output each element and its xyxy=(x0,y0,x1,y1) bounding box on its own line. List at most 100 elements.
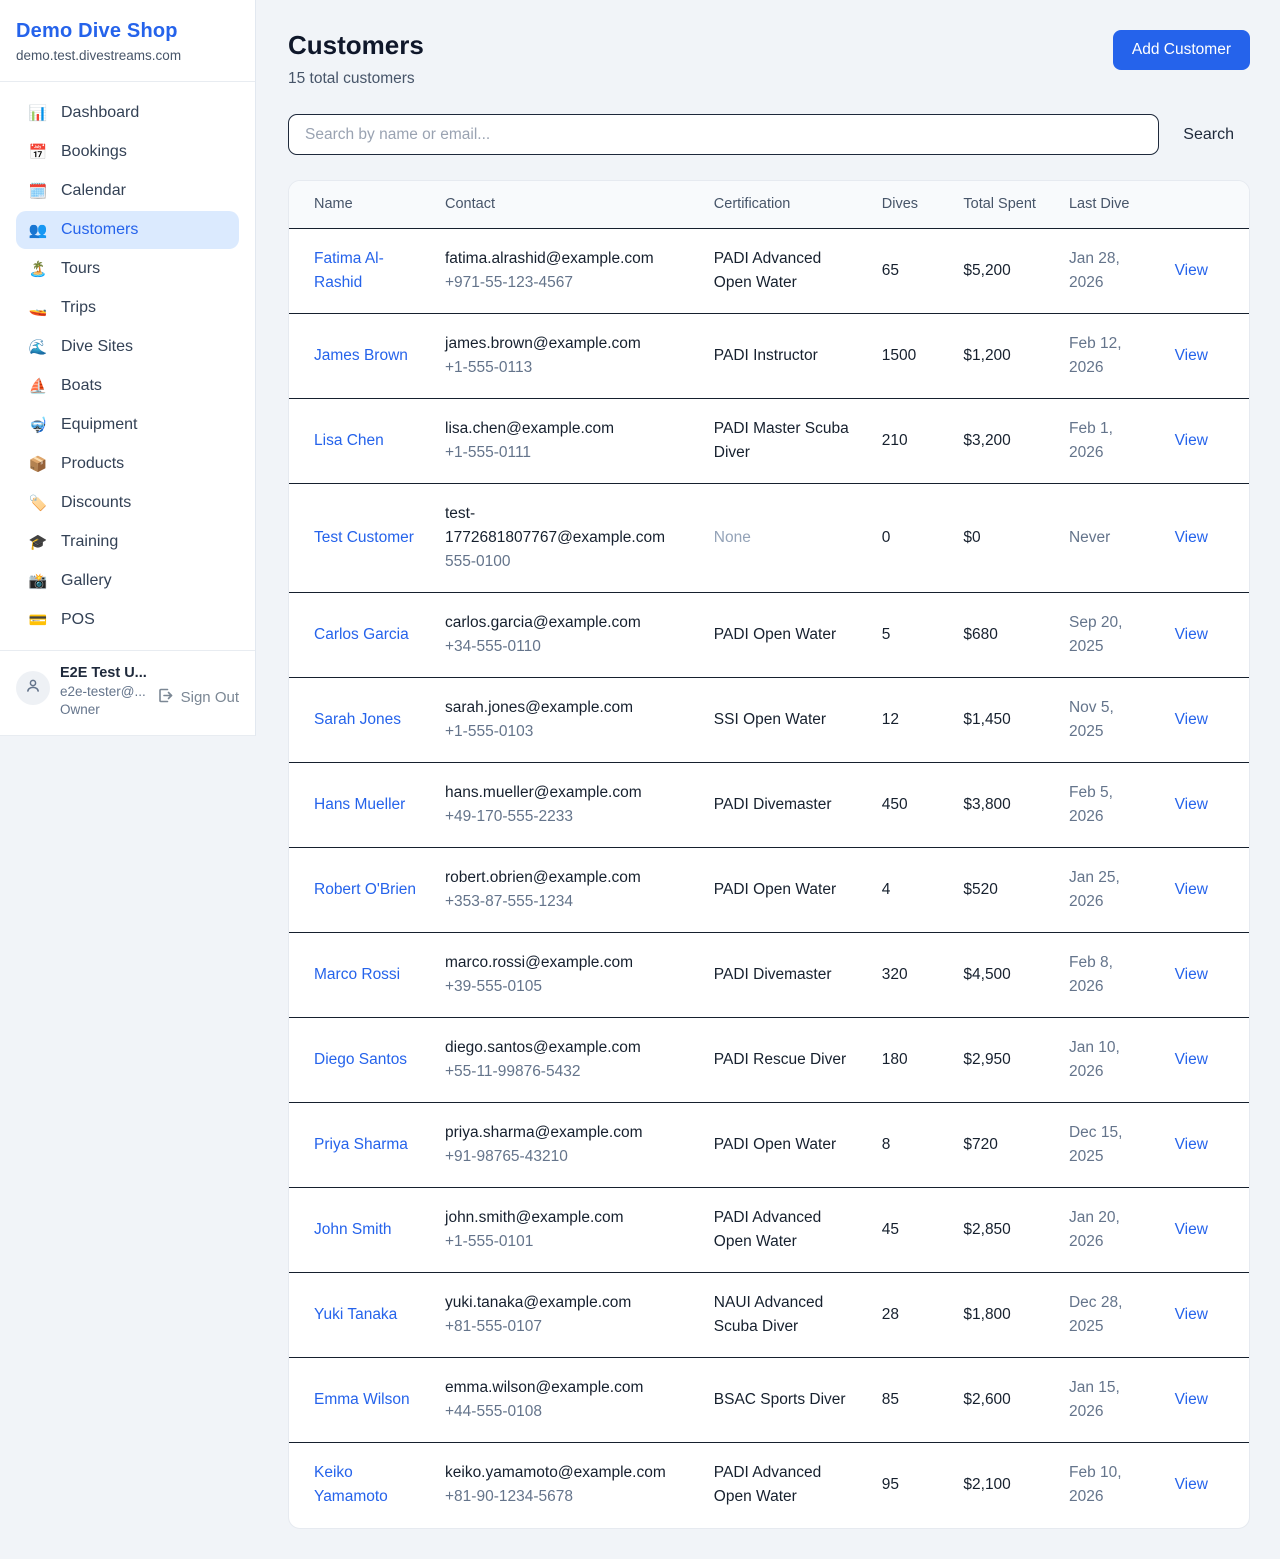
cell-action: View xyxy=(1163,484,1249,593)
view-link[interactable]: View xyxy=(1175,347,1208,364)
cell-total-spent: $1,800 xyxy=(951,1273,1057,1358)
cell-total-spent: $3,200 xyxy=(951,399,1057,484)
search-button[interactable]: Search xyxy=(1167,118,1250,152)
customer-name-link[interactable]: Test Customer xyxy=(314,529,414,546)
column-header: Dives xyxy=(870,181,952,229)
cell-last-dive: Feb 5, 2026 xyxy=(1057,763,1163,848)
customer-name-link[interactable]: Carlos Garcia xyxy=(314,626,409,643)
view-link[interactable]: View xyxy=(1175,1391,1208,1408)
sidebar-item-label: POS xyxy=(61,611,95,629)
cell-total-spent: $0 xyxy=(951,484,1057,593)
customer-name-link[interactable]: Lisa Chen xyxy=(314,432,384,449)
customer-name-link[interactable]: Emma Wilson xyxy=(314,1391,410,1408)
cell-last-dive: Never xyxy=(1057,484,1163,593)
customer-name-link[interactable]: Sarah Jones xyxy=(314,711,401,728)
avatar xyxy=(16,671,50,705)
view-link[interactable]: View xyxy=(1175,1136,1208,1153)
view-link[interactable]: View xyxy=(1175,626,1208,643)
cell-action: View xyxy=(1163,593,1249,678)
customer-certification: NAUI Advanced Scuba Diver xyxy=(714,1291,858,1339)
customer-name-link[interactable]: Yuki Tanaka xyxy=(314,1306,397,1323)
sidebar-item-products[interactable]: 📦Products xyxy=(16,445,239,483)
table-row: Emma Wilson emma.wilson@example.com+44-55… xyxy=(289,1358,1249,1443)
cell-total-spent: $1,200 xyxy=(951,314,1057,399)
cell-action: View xyxy=(1163,1443,1249,1528)
sidebar-item-gallery[interactable]: 📸Gallery xyxy=(16,562,239,600)
view-link[interactable]: View xyxy=(1175,1306,1208,1323)
customer-name-link[interactable]: Robert O'Brien xyxy=(314,881,416,898)
cell-dives: 0 xyxy=(870,484,952,593)
column-header xyxy=(1163,181,1249,229)
cell-dives: 4 xyxy=(870,848,952,933)
cell-last-dive: Feb 1, 2026 xyxy=(1057,399,1163,484)
search-input[interactable] xyxy=(288,114,1159,155)
cell-dives: 5 xyxy=(870,593,952,678)
view-link[interactable]: View xyxy=(1175,966,1208,983)
sidebar-item-customers[interactable]: 👥Customers xyxy=(16,211,239,249)
shop-title: Demo Dive Shop xyxy=(16,20,239,43)
cell-name: Emma Wilson xyxy=(289,1358,433,1443)
sidebar-item-tours[interactable]: 🏝️Tours xyxy=(16,250,239,288)
view-link[interactable]: View xyxy=(1175,529,1208,546)
table-row: Carlos Garciacarlos.garcia@example.com+3… xyxy=(289,593,1249,678)
sidebar-item-pos[interactable]: 💳POS xyxy=(16,601,239,639)
cell-last-dive: Jan 10, 2026 xyxy=(1057,1018,1163,1103)
customer-email: diego.santos@example.com xyxy=(445,1036,690,1060)
customer-name-link[interactable]: James Brown xyxy=(314,347,408,364)
cell-total-spent: $2,100 xyxy=(951,1443,1057,1528)
view-link[interactable]: View xyxy=(1175,711,1208,728)
sidebar-item-bookings[interactable]: 📅Bookings xyxy=(16,133,239,171)
calendar-icon: 📅 xyxy=(28,143,48,161)
cell-total-spent: $2,850 xyxy=(951,1188,1057,1273)
customer-name-link[interactable]: Priya Sharma xyxy=(314,1136,408,1153)
cell-contact: john.smith@example.com+1-555-0101 xyxy=(433,1188,702,1273)
table-row: Test Customertest-1772681807767@example.… xyxy=(289,484,1249,593)
customer-certification: PADI Open Water xyxy=(714,1133,858,1157)
user-role: Owner xyxy=(60,702,147,717)
view-link[interactable]: View xyxy=(1175,1221,1208,1238)
customer-table-card: NameContactCertificationDivesTotal Spent… xyxy=(288,180,1250,1529)
customer-name-link[interactable]: Fatima Al-Rashid xyxy=(314,250,384,291)
camera-icon: 📸 xyxy=(28,572,48,590)
sidebar-item-equipment[interactable]: 🤿Equipment xyxy=(16,406,239,444)
cell-last-dive: Jan 20, 2026 xyxy=(1057,1188,1163,1273)
cell-action: View xyxy=(1163,1273,1249,1358)
view-link[interactable]: View xyxy=(1175,1051,1208,1068)
customer-name-link[interactable]: Hans Mueller xyxy=(314,796,405,813)
view-link[interactable]: View xyxy=(1175,796,1208,813)
customer-name-link[interactable]: Diego Santos xyxy=(314,1051,407,1068)
cell-contact: lisa.chen@example.com+1-555-0111 xyxy=(433,399,702,484)
sidebar-item-calendar[interactable]: 🗓️Calendar xyxy=(16,172,239,210)
view-link[interactable]: View xyxy=(1175,432,1208,449)
cell-action: View xyxy=(1163,399,1249,484)
sidebar-item-training[interactable]: 🎓Training xyxy=(16,523,239,561)
cell-last-dive: Dec 28, 2025 xyxy=(1057,1273,1163,1358)
cell-name: Lisa Chen xyxy=(289,399,433,484)
sidebar-item-dashboard[interactable]: 📊Dashboard xyxy=(16,94,239,132)
cell-certification: PADI Rescue Diver xyxy=(702,1018,870,1103)
cell-dives: 1500 xyxy=(870,314,952,399)
person-icon xyxy=(25,678,41,699)
cell-dives: 180 xyxy=(870,1018,952,1103)
customer-name-link[interactable]: John Smith xyxy=(314,1221,392,1238)
sidebar-item-discounts[interactable]: 🏷️Discounts xyxy=(16,484,239,522)
customer-table-body: Fatima Al-Rashidfatima.alrashid@example.… xyxy=(289,229,1249,1528)
customer-table: NameContactCertificationDivesTotal Spent… xyxy=(289,181,1249,1528)
sidebar-item-boats[interactable]: ⛵Boats xyxy=(16,367,239,405)
customer-phone: +353-87-555-1234 xyxy=(445,890,690,914)
view-link[interactable]: View xyxy=(1175,881,1208,898)
sidebar-item-trips[interactable]: 🚤Trips xyxy=(16,289,239,327)
page-header-text: Customers 15 total customers xyxy=(288,30,424,88)
customer-name-link[interactable]: Marco Rossi xyxy=(314,966,400,983)
cell-contact: yuki.tanaka@example.com+81-555-0107 xyxy=(433,1273,702,1358)
cell-contact: emma.wilson@example.com+44-555-0108 xyxy=(433,1358,702,1443)
column-header: Last Dive xyxy=(1057,181,1163,229)
sign-out-button[interactable]: Sign Out xyxy=(157,687,239,708)
cell-certification: PADI Open Water xyxy=(702,1103,870,1188)
cell-certification: SSI Open Water xyxy=(702,678,870,763)
add-customer-button[interactable]: Add Customer xyxy=(1113,30,1250,70)
customer-phone: +971-55-123-4567 xyxy=(445,271,690,295)
view-link[interactable]: View xyxy=(1175,262,1208,279)
sidebar-item-dive-sites[interactable]: 🌊Dive Sites xyxy=(16,328,239,366)
cell-name: Hans Mueller xyxy=(289,763,433,848)
